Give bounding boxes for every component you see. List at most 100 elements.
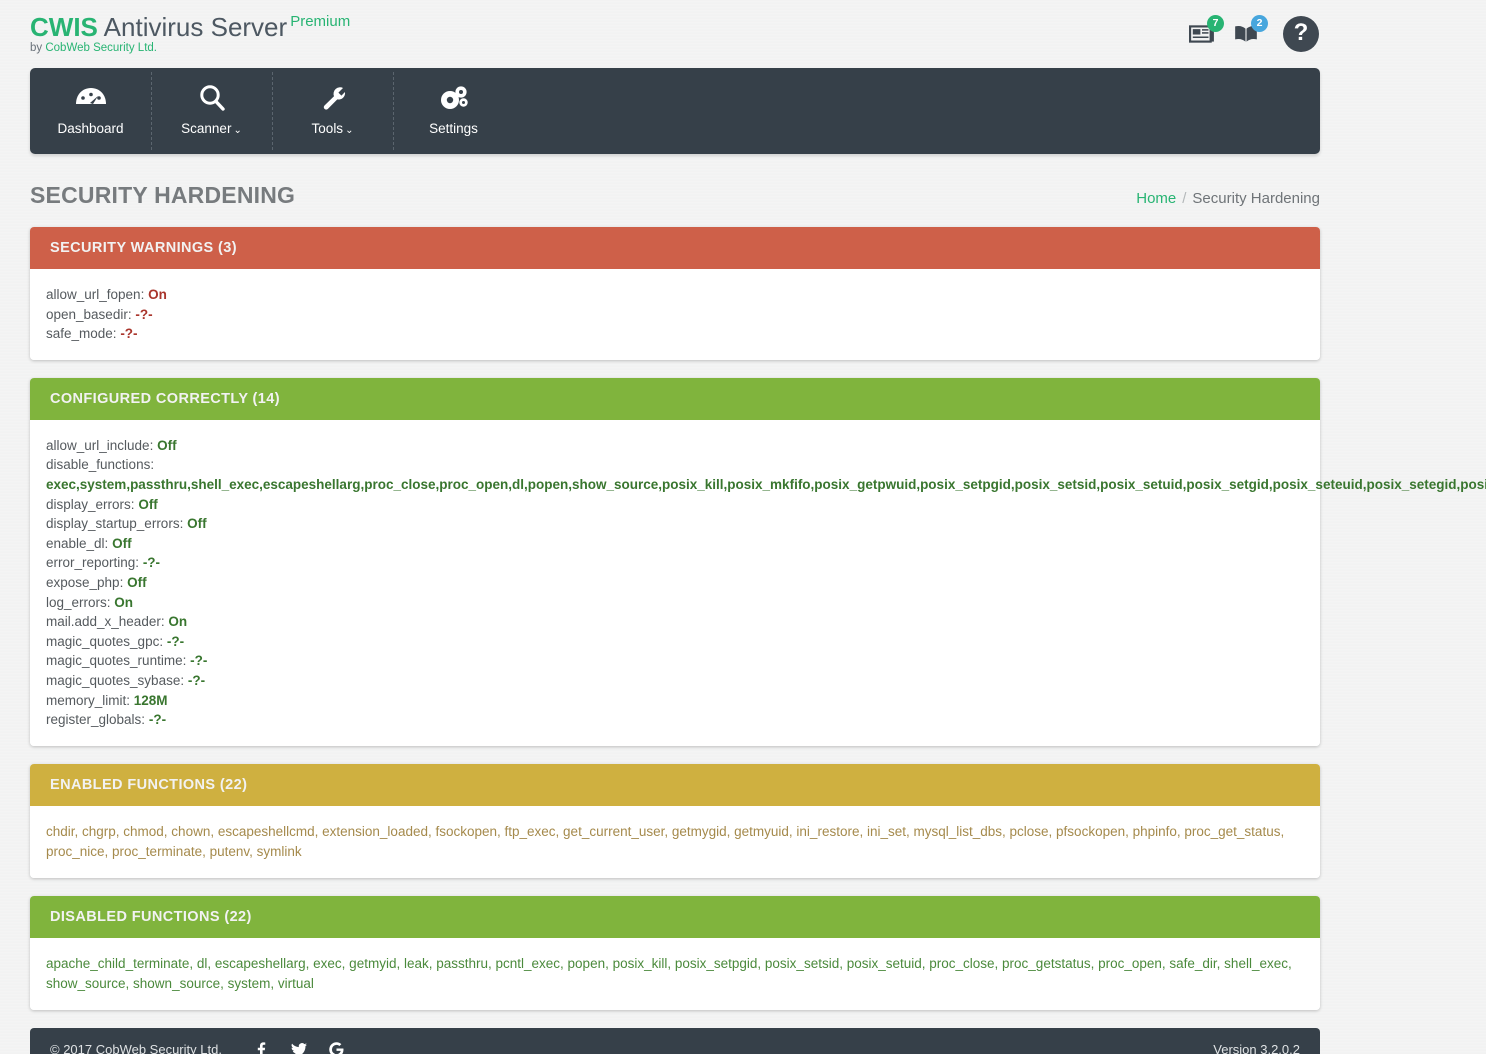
setting-value: -?-: [187, 672, 206, 688]
breadcrumb: Home / Security Hardening: [1136, 190, 1320, 207]
setting-row: open_basedir: -?-: [46, 305, 1304, 325]
brand-name-rest: Antivirus Server: [97, 12, 288, 42]
setting-name: magic_quotes_gpc:: [46, 633, 164, 649]
breadcrumb-home-link[interactable]: Home: [1136, 190, 1176, 207]
question-mark-icon: ?: [1293, 19, 1309, 46]
setting-name: register_globals:: [46, 712, 146, 728]
nav-item-scanner[interactable]: Scanner ⌄: [151, 68, 272, 154]
chevron-down-icon: ⌄: [345, 125, 354, 136]
search-icon: [151, 81, 272, 115]
panel-body-disabled-functions: apache_child_terminate, dl, escapeshella…: [30, 937, 1320, 1010]
setting-name: enable_dl:: [46, 535, 109, 551]
panels-container: SECURITY WARNINGS (3) allow_url_fopen: O…: [30, 227, 1486, 1010]
setting-name: disable_functions:: [46, 457, 155, 473]
setting-value: Off: [127, 574, 147, 590]
setting-name: open_basedir:: [46, 306, 132, 322]
setting-row: enable_dl: Off: [46, 534, 1304, 554]
google-icon[interactable]: [328, 1041, 344, 1054]
setting-name: log_errors:: [46, 594, 111, 610]
nav-label-tools: Tools ⌄: [311, 121, 354, 136]
panel-header-security-warnings: SECURITY WARNINGS (3): [30, 227, 1320, 269]
footer-version: Version 3.2.0.2: [1213, 1042, 1300, 1054]
setting-name: safe_mode:: [46, 326, 117, 342]
brand-premium-tag: Premium: [290, 13, 351, 31]
wrench-icon: [272, 81, 393, 115]
app-header: CWIS Antivirus Server Premium by CobWeb S…: [0, 0, 1486, 68]
chevron-down-icon: ⌄: [233, 125, 242, 136]
brand-subtitle-company: CobWeb Security Ltd.: [45, 42, 157, 55]
setting-name: display_startup_errors:: [46, 516, 184, 532]
setting-value: On: [168, 614, 188, 630]
panel-disabled-functions: DISABLED FUNCTIONS (22) apache_child_ter…: [30, 895, 1320, 1010]
setting-name: magic_quotes_sybase:: [46, 672, 185, 688]
news-button[interactable]: 7: [1189, 15, 1224, 45]
panel-header-disabled-functions: DISABLED FUNCTIONS (22): [30, 895, 1320, 938]
brand-title: CWIS Antivirus Server Premium: [30, 12, 351, 42]
nav-item-tools[interactable]: Tools ⌄: [272, 68, 393, 154]
breadcrumb-current: Security Hardening: [1192, 190, 1320, 207]
setting-value: -?-: [166, 633, 185, 649]
setting-name: error_reporting:: [46, 555, 140, 571]
header-icon-group: 7 2 ?: [1189, 15, 1319, 52]
nav-item-dashboard[interactable]: Dashboard: [30, 68, 151, 154]
brand-logo[interactable]: CWIS Antivirus Server Premium by CobWeb S…: [30, 12, 351, 54]
page-title-row: SECURITY HARDENING Home / Security Hardeni…: [30, 182, 1320, 209]
nav-item-settings[interactable]: Settings: [393, 68, 514, 154]
setting-row: mail.add_x_header: On: [46, 612, 1304, 632]
breadcrumb-separator: /: [1182, 190, 1187, 207]
help-button[interactable]: ?: [1283, 16, 1319, 52]
knowledgebase-button[interactable]: 2: [1233, 15, 1268, 45]
footer-left: © 2017 CobWeb Security Ltd.: [50, 1041, 344, 1054]
setting-value: Off: [157, 437, 177, 453]
setting-row: display_errors: Off: [46, 495, 1304, 515]
knowledgebase-badge: 2: [1251, 15, 1268, 32]
setting-value: -?-: [190, 653, 208, 669]
nav-label-settings: Settings: [429, 121, 478, 136]
setting-row: expose_php: Off: [46, 573, 1304, 593]
setting-value: -?-: [135, 306, 153, 322]
footer-social-links: [252, 1041, 344, 1054]
setting-value: On: [114, 594, 134, 610]
setting-value: -?-: [142, 555, 161, 571]
setting-row: magic_quotes_sybase: -?-: [46, 671, 1304, 691]
setting-row: safe_mode: -?-: [46, 324, 1304, 344]
setting-row: magic_quotes_gpc: -?-: [46, 632, 1304, 652]
panel-enabled-functions: ENABLED FUNCTIONS (22) chdir, chgrp, chm…: [30, 763, 1320, 878]
page-footer: © 2017 CobWeb Security Ltd. Version 3.2.…: [30, 1027, 1320, 1054]
setting-row: display_startup_errors: Off: [46, 514, 1304, 534]
dashboard-gauge-icon: [30, 81, 151, 115]
setting-row: disable_functions:: [46, 455, 1304, 475]
setting-value: 128M: [133, 692, 168, 708]
brand-subtitle: by CobWeb Security Ltd.: [30, 42, 350, 54]
panel-header-enabled-functions: ENABLED FUNCTIONS (22): [30, 763, 1320, 806]
setting-row: error_reporting: -?-: [46, 553, 1304, 573]
panel-configured-correctly: CONFIGURED CORRECTLY (14) allow_url_incl…: [30, 377, 1486, 746]
panel-header-configured-correctly: CONFIGURED CORRECTLY (14): [30, 377, 1320, 420]
setting-value: Off: [112, 535, 132, 551]
facebook-icon[interactable]: [252, 1041, 268, 1054]
panel-body-security-warnings: allow_url_fopen: On open_basedir: -?- sa…: [30, 269, 1320, 360]
setting-value: -?-: [148, 712, 167, 728]
setting-row: allow_url_fopen: On: [46, 285, 1304, 305]
setting-row: log_errors: On: [46, 593, 1304, 613]
setting-row: memory_limit: 128M: [46, 691, 1304, 711]
panel-body-configured-correctly: allow_url_include: Off disable_functions…: [30, 419, 1486, 746]
setting-name: magic_quotes_runtime:: [46, 653, 187, 669]
setting-row: register_globals: -?-: [46, 710, 1304, 730]
setting-name: display_errors:: [46, 496, 135, 512]
setting-name: allow_url_fopen:: [46, 287, 145, 302]
setting-row: allow_url_include: Off: [46, 436, 1304, 456]
panel-security-warnings: SECURITY WARNINGS (3) allow_url_fopen: O…: [30, 227, 1320, 360]
page-title: SECURITY HARDENING: [30, 182, 296, 208]
nav-label-dashboard: Dashboard: [57, 121, 124, 136]
brand-name-cwis: CWIS: [30, 12, 98, 42]
news-badge: 7: [1207, 15, 1224, 32]
setting-value: On: [148, 287, 167, 302]
disable-functions-value: exec,system,passthru,shell_exec,escapesh…: [46, 476, 1486, 492]
nav-label-scanner: Scanner ⌄: [181, 121, 242, 136]
setting-name: mail.add_x_header:: [46, 614, 165, 630]
twitter-icon[interactable]: [290, 1041, 307, 1054]
gears-icon: [393, 81, 514, 115]
setting-row: magic_quotes_runtime: -?-: [46, 651, 1304, 671]
setting-name: expose_php:: [46, 574, 124, 590]
